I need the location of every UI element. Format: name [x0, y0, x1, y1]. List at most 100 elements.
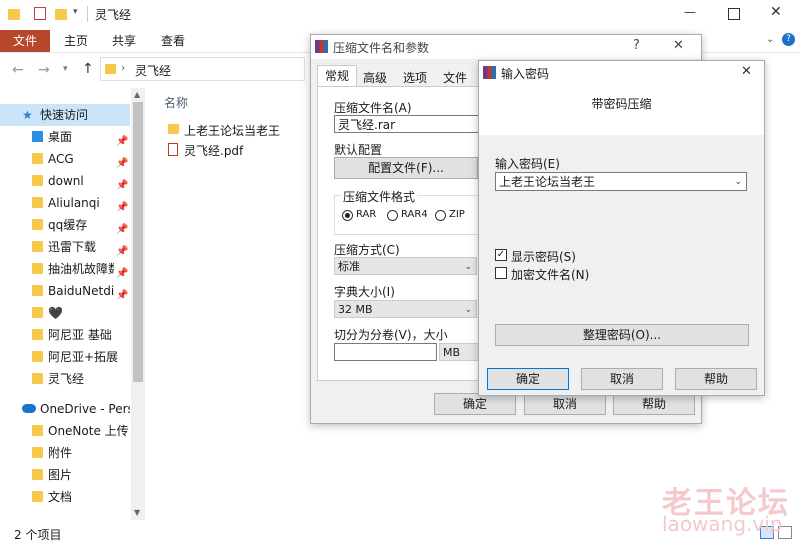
folder-icon	[32, 153, 43, 164]
show-password-label: 显示密码(S)	[511, 250, 576, 264]
scroll-up-icon[interactable]: ▲	[134, 90, 140, 99]
tab-general[interactable]: 常规	[317, 65, 357, 87]
archive-name-field[interactable]: 灵飞经.rar	[334, 115, 484, 133]
sidebar-item-aliulanqi[interactable]: Aliulanqi 📌	[0, 192, 130, 214]
sidebar-item-xunlei[interactable]: 迅雷下载 📌	[0, 236, 130, 258]
folder-icon	[32, 329, 43, 340]
chevron-down-icon[interactable]: ▾	[73, 7, 78, 17]
encrypt-names-checkbox[interactable]	[495, 267, 507, 279]
password-heading: 带密码压缩	[591, 97, 652, 111]
tab-files[interactable]: 文件	[443, 69, 467, 86]
close-icon[interactable]: ✕	[770, 4, 782, 20]
show-password-checkbox[interactable]: ✓	[495, 249, 507, 261]
sidebar-item-anya-extended[interactable]: 阿尼亚+拓展	[0, 346, 130, 368]
sidebar-item-onedrive[interactable]: OneDrive - Perso	[0, 398, 130, 420]
tab-file[interactable]: 文件	[0, 30, 50, 52]
folder-icon	[32, 469, 43, 480]
password-help-button[interactable]: 帮助	[675, 368, 757, 390]
chevron-down-icon: ⌄	[464, 305, 472, 315]
password-label: 输入密码(E)	[495, 157, 560, 171]
list-item[interactable]: 灵飞经.pdf	[162, 140, 312, 160]
sidebar-item-anya-basic[interactable]: 阿尼亚 基础	[0, 324, 130, 346]
split-unit-select[interactable]: MB	[439, 343, 479, 361]
breadcrumb[interactable]: 灵飞经	[135, 62, 171, 79]
folder-icon	[32, 241, 43, 252]
chevron-down-icon[interactable]: ⌄	[734, 173, 742, 191]
file-list: 名称 上老王论坛当老王 灵飞经.pdf	[146, 88, 310, 520]
archive-name-label: 压缩文件名(A)	[334, 101, 412, 115]
tab-advanced[interactable]: 高级	[363, 69, 387, 86]
up-icon[interactable]: ↑	[82, 61, 94, 77]
sidebar-item-quick-access[interactable]: ★ 快速访问	[0, 104, 130, 126]
tab-view[interactable]: 查看	[161, 30, 185, 52]
password-cancel-button[interactable]: 取消	[581, 368, 663, 390]
scroll-thumb[interactable]	[133, 102, 143, 382]
sidebar-item-qq-cache[interactable]: qq缓存 📌	[0, 214, 130, 236]
folder-icon	[32, 373, 43, 384]
sidebar-item-documents[interactable]: 文档	[0, 486, 130, 508]
folder-icon	[32, 219, 43, 230]
sidebar-item-baidunetdisk[interactable]: BaiduNetdis 📌	[0, 280, 130, 302]
organize-passwords-button[interactable]: 整理密码(O)...	[495, 324, 749, 346]
split-size-field[interactable]	[334, 343, 437, 361]
maximize-icon[interactable]	[728, 8, 740, 20]
new-folder-icon[interactable]	[55, 9, 67, 20]
folder-icon	[105, 64, 116, 74]
address-field[interactable]: › 灵飞经	[100, 57, 305, 81]
star-icon: ★	[22, 108, 33, 122]
method-select[interactable]: 标准 ⌄	[334, 257, 477, 275]
navigation-pane: ★ 快速访问 桌面 📌 ACG 📌 downl 📌 Aliulanqi 📌 qq…	[0, 100, 132, 520]
help-icon[interactable]: ?	[633, 38, 640, 53]
format-rar-radio[interactable]	[342, 210, 353, 221]
split-label: 切分为分卷(V)，大小	[334, 328, 448, 342]
sidebar-item-pump-fault[interactable]: 抽油机故障数 📌	[0, 258, 130, 280]
folder-icon	[32, 285, 43, 296]
default-profile-label: 默认配置	[334, 143, 383, 157]
breadcrumb-separator-icon: ›	[121, 61, 126, 74]
format-rar4-label: RAR4	[401, 209, 428, 220]
history-chevron-icon[interactable]: ▾	[63, 64, 68, 74]
sidebar-item-attachments[interactable]: 附件	[0, 442, 130, 464]
tab-home[interactable]: 主页	[64, 30, 88, 52]
password-field[interactable]: 上老王论坛当老王 ⌄	[495, 172, 747, 191]
password-dialog-titlebar: 输入密码 ✕	[479, 61, 764, 85]
minimize-icon[interactable]: —	[684, 5, 696, 19]
folder-icon	[32, 307, 43, 318]
column-header-name[interactable]: 名称	[164, 94, 188, 111]
close-icon[interactable]: ✕	[673, 38, 684, 53]
cancel-button[interactable]: 取消	[524, 393, 606, 415]
dict-select[interactable]: 32 MB ⌄	[334, 300, 477, 318]
sidebar-item-downl[interactable]: downl 📌	[0, 170, 130, 192]
close-icon[interactable]: ✕	[741, 64, 752, 79]
tab-options[interactable]: 选项	[403, 69, 427, 86]
sidebar-item-onenote[interactable]: OneNote 上传	[0, 420, 130, 442]
folder-icon	[8, 9, 20, 20]
format-zip-radio[interactable]	[435, 210, 446, 221]
profiles-button[interactable]: 配置文件(F)...	[334, 157, 478, 179]
sidebar-scrollbar[interactable]: ▲ ▼	[131, 88, 145, 520]
folder-icon	[32, 197, 43, 208]
properties-icon[interactable]	[34, 7, 46, 20]
sidebar-item-acg[interactable]: ACG 📌	[0, 148, 130, 170]
sidebar-item-lingfeijing[interactable]: 灵飞经	[0, 368, 130, 390]
forward-icon[interactable]: →	[38, 62, 50, 78]
ribbon-expand-icon[interactable]: ⌄	[766, 34, 774, 45]
pdf-icon	[168, 143, 178, 156]
format-rar4-radio[interactable]	[387, 210, 398, 221]
sidebar-item-heart[interactable]: 🖤	[0, 302, 130, 324]
sidebar-item-pictures[interactable]: 图片	[0, 464, 130, 486]
password-dialog: 输入密码 ✕ 带密码压缩 输入密码(E) 上老王论坛当老王 ⌄ ✓ 显示密码(S…	[478, 60, 765, 396]
scroll-down-icon[interactable]: ▼	[134, 508, 140, 517]
back-icon[interactable]: ←	[12, 62, 24, 78]
help-icon[interactable]: ?	[782, 33, 795, 46]
folder-icon	[32, 491, 43, 502]
ok-button[interactable]: 确定	[434, 393, 516, 415]
archive-dialog-title: 压缩文件名和参数	[333, 41, 430, 55]
tab-share[interactable]: 共享	[112, 30, 136, 52]
sidebar-item-desktop[interactable]: 桌面 📌	[0, 126, 130, 148]
password-ok-button[interactable]: 确定	[487, 368, 569, 390]
cloud-icon	[22, 404, 36, 413]
list-item[interactable]: 上老王论坛当老王	[162, 120, 312, 140]
explorer-titlebar: ▾ 灵飞经 — ✕	[0, 0, 800, 30]
help-button[interactable]: 帮助	[613, 393, 695, 415]
